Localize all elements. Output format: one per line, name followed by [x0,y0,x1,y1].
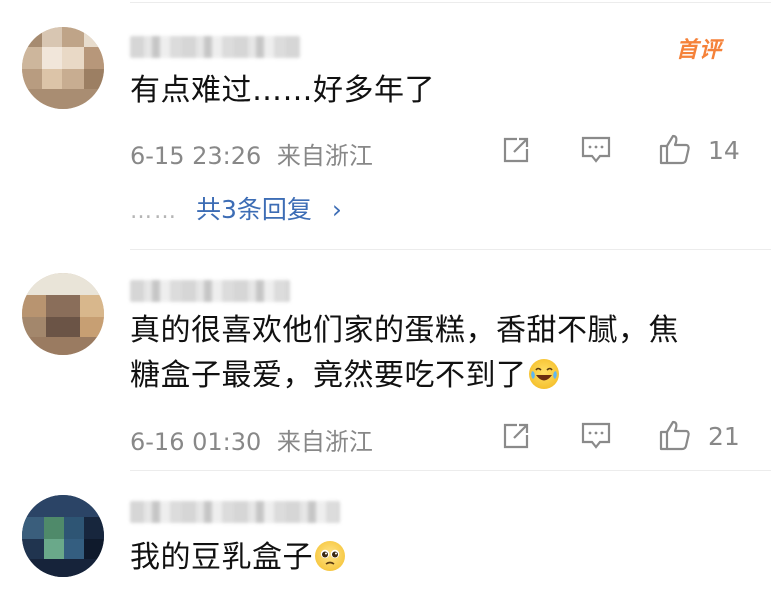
comment-text: 有点难过……好多年了 [130,73,435,108]
comment-text-line: 糖盒子最爱，竟然要吃不到了 [130,353,711,398]
comment-item: 首评 有点难过……好多年了 6-15 23:26 来自浙江 14 …… 共3条回复… [0,0,771,250]
share-icon[interactable] [500,420,532,452]
share-icon[interactable] [500,134,532,166]
comment-location: 来自浙江 [276,142,373,170]
replies-dots: …… [130,199,178,224]
laughing-tears-emoji-icon [528,359,559,389]
comment-icon[interactable] [580,421,612,451]
comment-item: 真的很喜欢他们家的蛋糕，香甜不腻，焦 糖盒子最爱，竟然要吃不到了 6-16 01… [0,250,771,472]
comment-text: 真的很喜欢他们家的蛋糕，香甜不腻，焦 糖盒子最爱，竟然要吃不到了 [130,308,711,398]
replies-label: 共3条回复 [196,195,312,224]
chevron-right-icon: › [331,195,342,224]
first-comment-badge: 首评 [676,38,723,63]
avatar[interactable] [22,273,104,355]
like-icon[interactable] [658,418,692,452]
username[interactable] [130,36,300,58]
pleading-face-emoji-icon [315,541,345,571]
comment-text: 我的豆乳盒子 [130,535,711,580]
username[interactable] [130,280,290,302]
like-count: 21 [708,422,740,451]
comment-text-line: 真的很喜欢他们家的蛋糕，香甜不腻，焦 [130,313,679,348]
like-icon[interactable] [658,132,692,166]
comment-icon[interactable] [580,135,612,165]
username[interactable] [130,501,340,523]
avatar[interactable] [22,27,104,109]
avatar[interactable] [22,495,104,577]
comment-date: 6-15 23:26 [130,142,262,170]
comment-location: 来自浙江 [276,428,373,456]
like-count: 14 [708,136,740,165]
view-replies-link[interactable]: …… 共3条回复 › [130,190,342,226]
comment-date: 6-16 01:30 [130,428,262,456]
comment-meta: 6-15 23:26 来自浙江 [130,136,381,171]
comment-item: 我的豆乳盒子 [0,471,771,593]
comment-meta: 6-16 01:30 来自浙江 [130,422,381,457]
